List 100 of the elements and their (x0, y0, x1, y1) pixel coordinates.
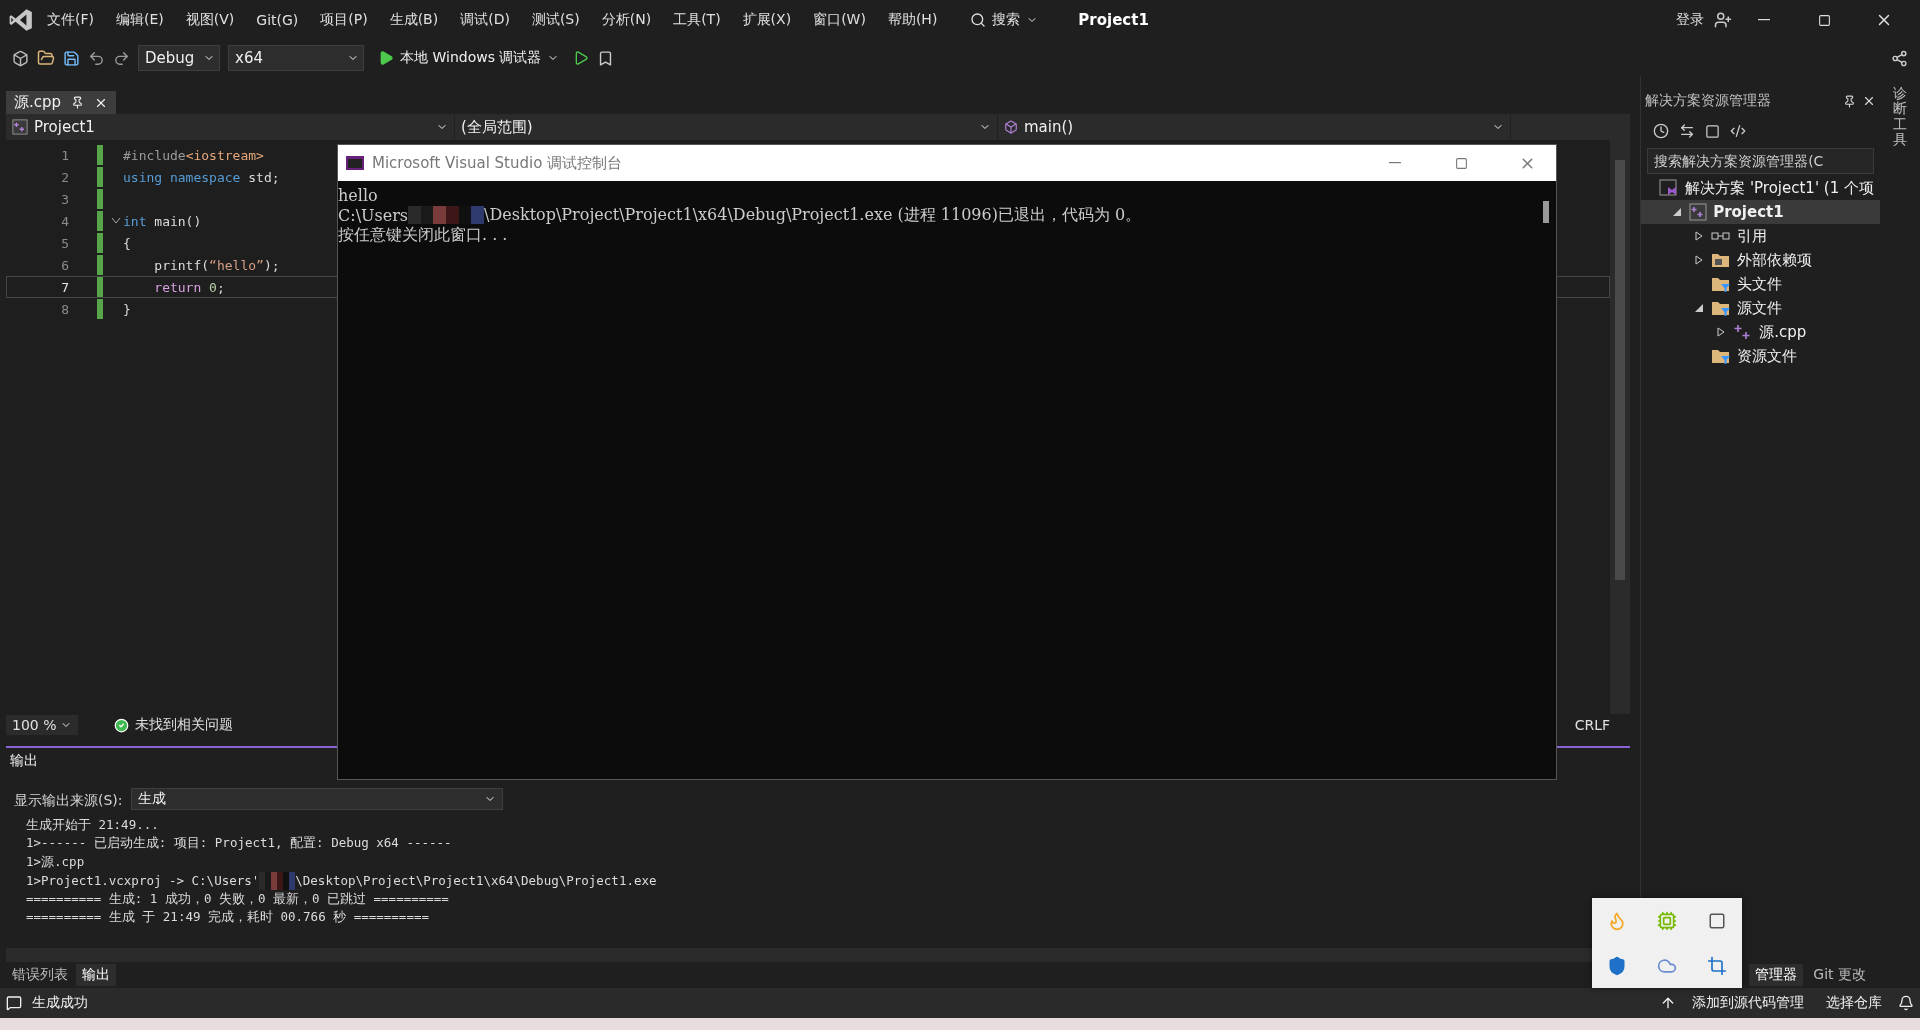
search-icon (970, 12, 987, 28)
undo-icon[interactable] (88, 49, 105, 67)
message-icon (6, 995, 22, 1011)
shield-icon[interactable] (1607, 955, 1627, 976)
output-line: ========== 生成 于 21:49 完成，耗时 00.766 秒 ========== (26, 908, 429, 927)
panel-title: 解决方案资源管理器 (1645, 92, 1773, 110)
sign-in-link[interactable]: 登录 (1676, 11, 1704, 29)
change-marker (97, 233, 103, 253)
output-line: 生成开始于 21:49... (26, 816, 159, 834)
console-title: Microsoft Visual Studio 调试控制台 (372, 153, 624, 173)
source-label: 显示输出来源(S): (14, 792, 123, 810)
change-marker (97, 189, 103, 209)
tree-item[interactable]: 头文件 (1641, 272, 1880, 296)
collapse-arrow-icon[interactable] (1672, 207, 1683, 217)
tree-item[interactable]: 源文件 (1641, 296, 1880, 320)
expand-arrow-icon[interactable] (1694, 231, 1705, 241)
crop-icon[interactable] (1707, 955, 1727, 976)
menu-item[interactable]: 扩展(X) (733, 7, 801, 33)
side-tab[interactable]: 诊断工具 (1893, 86, 1907, 148)
filter-folder-icon (1711, 275, 1732, 293)
restore-icon (1817, 13, 1831, 27)
project-icon (12, 119, 28, 135)
maximize-icon (1454, 156, 1468, 170)
notification-icon[interactable] (1898, 995, 1914, 1011)
cube-icon (1004, 120, 1018, 134)
menu-item[interactable]: 文件(F) (38, 7, 103, 33)
line-ending-status[interactable]: CRLF (1574, 717, 1611, 733)
panel-tab[interactable]: 管理器 (1749, 964, 1804, 986)
start-debugging-button[interactable]: 本地 Windows 调试器 (372, 48, 566, 68)
source-control-button[interactable]: 添加到源代码管理 (1686, 993, 1810, 1013)
member-dropdown[interactable]: main() (998, 115, 1511, 139)
search-button[interactable]: 搜索 (964, 10, 1045, 30)
scope-dropdown[interactable]: (全局范围) (455, 115, 998, 139)
account-icon[interactable] (1714, 11, 1732, 29)
document-tab[interactable]: 源.cpp (6, 91, 117, 114)
change-marker (97, 299, 103, 319)
share-icon[interactable] (1891, 49, 1908, 67)
output-line: 1>源.cpp (26, 853, 85, 871)
redaction-blur (259, 871, 296, 890)
project-dropdown[interactable]: Project1 (6, 115, 455, 139)
search-field[interactable]: 搜索解决方案资源管理器(C (1647, 148, 1874, 174)
menu-item[interactable]: Git(G) (247, 8, 308, 32)
play-icon (378, 50, 394, 66)
expand-arrow-icon[interactable] (1716, 327, 1727, 337)
minimize-icon (1758, 19, 1770, 21)
issues-status: 未找到相关问题 (135, 716, 233, 734)
change-marker (97, 255, 103, 275)
references-icon (1711, 230, 1732, 242)
open-folder-icon[interactable] (37, 49, 55, 67)
menu-item[interactable]: 测试(S) (522, 7, 589, 33)
menu-item[interactable]: 帮助(H) (878, 7, 947, 33)
redo-icon[interactable] (113, 49, 130, 67)
status-message: 生成成功 (32, 994, 88, 1012)
pin-icon[interactable] (71, 96, 85, 109)
menu-item[interactable]: 生成(B) (380, 7, 448, 33)
change-marker (97, 167, 103, 187)
pin-icon[interactable] (1843, 94, 1856, 108)
code-icon[interactable] (1730, 123, 1747, 139)
tree-item[interactable]: 资源文件 (1641, 344, 1880, 368)
menu-item[interactable]: 工具(T) (664, 7, 730, 33)
collapse-arrow-icon[interactable] (1694, 303, 1705, 313)
run-icon[interactable] (573, 50, 590, 66)
change-marker (97, 145, 103, 165)
menu-item[interactable]: 窗口(W) (804, 7, 875, 33)
menu-item[interactable]: 调试(D) (451, 7, 519, 33)
menu-item[interactable]: 视图(V) (176, 7, 244, 33)
tree-item[interactable]: 解决方案 'Project1' (1 个项 (1641, 176, 1880, 200)
check-icon (114, 717, 129, 733)
console-line: 按任意键关闭此窗口. . . (338, 225, 509, 245)
fold-icon[interactable] (111, 217, 121, 225)
filter-folder-icon (1711, 299, 1732, 317)
scrollbar[interactable] (1610, 140, 1631, 714)
save-icon[interactable] (63, 49, 80, 67)
project-icon (1689, 203, 1708, 221)
repository-button[interactable]: 选择仓库 (1820, 993, 1888, 1013)
platform-dropdown[interactable]: x64 (228, 45, 364, 71)
menu-item[interactable]: 项目(P) (311, 7, 377, 33)
window-title: Project1 (1078, 11, 1149, 29)
expand-arrow-icon[interactable] (1694, 255, 1705, 265)
panel-tab[interactable]: 错误列表 (6, 964, 74, 986)
filter-folder-icon (1711, 347, 1732, 365)
tree-item[interactable]: 源.cpp (1641, 320, 1880, 344)
configuration-dropdown[interactable]: Debug (138, 45, 220, 71)
change-marker (97, 211, 103, 231)
close-icon[interactable] (1862, 94, 1876, 108)
panel-tab[interactable]: Git 更改 (1807, 964, 1872, 986)
sync-icon[interactable] (1679, 123, 1696, 139)
tree-item[interactable]: 引用 (1641, 224, 1880, 248)
panel-tab[interactable]: 输出 (76, 964, 116, 986)
tree-item[interactable]: 外部依赖项 (1641, 248, 1880, 272)
clock-icon[interactable] (1653, 123, 1670, 139)
vs-logo-icon (8, 7, 34, 33)
output-line: 1>------ 已启动生成: 项目: Project1, 配置: Debug x64 ------ (26, 834, 452, 853)
tree-item[interactable]: Project1 (1641, 200, 1880, 224)
console-line: C:\Users \Desktop\Project\Project1\x64\Debug\Project1.exe (进程 11096)已退出，代码为 0。 (338, 205, 1143, 225)
menu-item[interactable]: 编辑(E) (107, 7, 173, 33)
minimize-icon (1389, 162, 1401, 164)
output-source-dropdown[interactable]: 生成 (130, 788, 503, 810)
zoom-dropdown[interactable]: 100 % (6, 715, 78, 735)
menu-item[interactable]: 分析(N) (592, 7, 661, 33)
